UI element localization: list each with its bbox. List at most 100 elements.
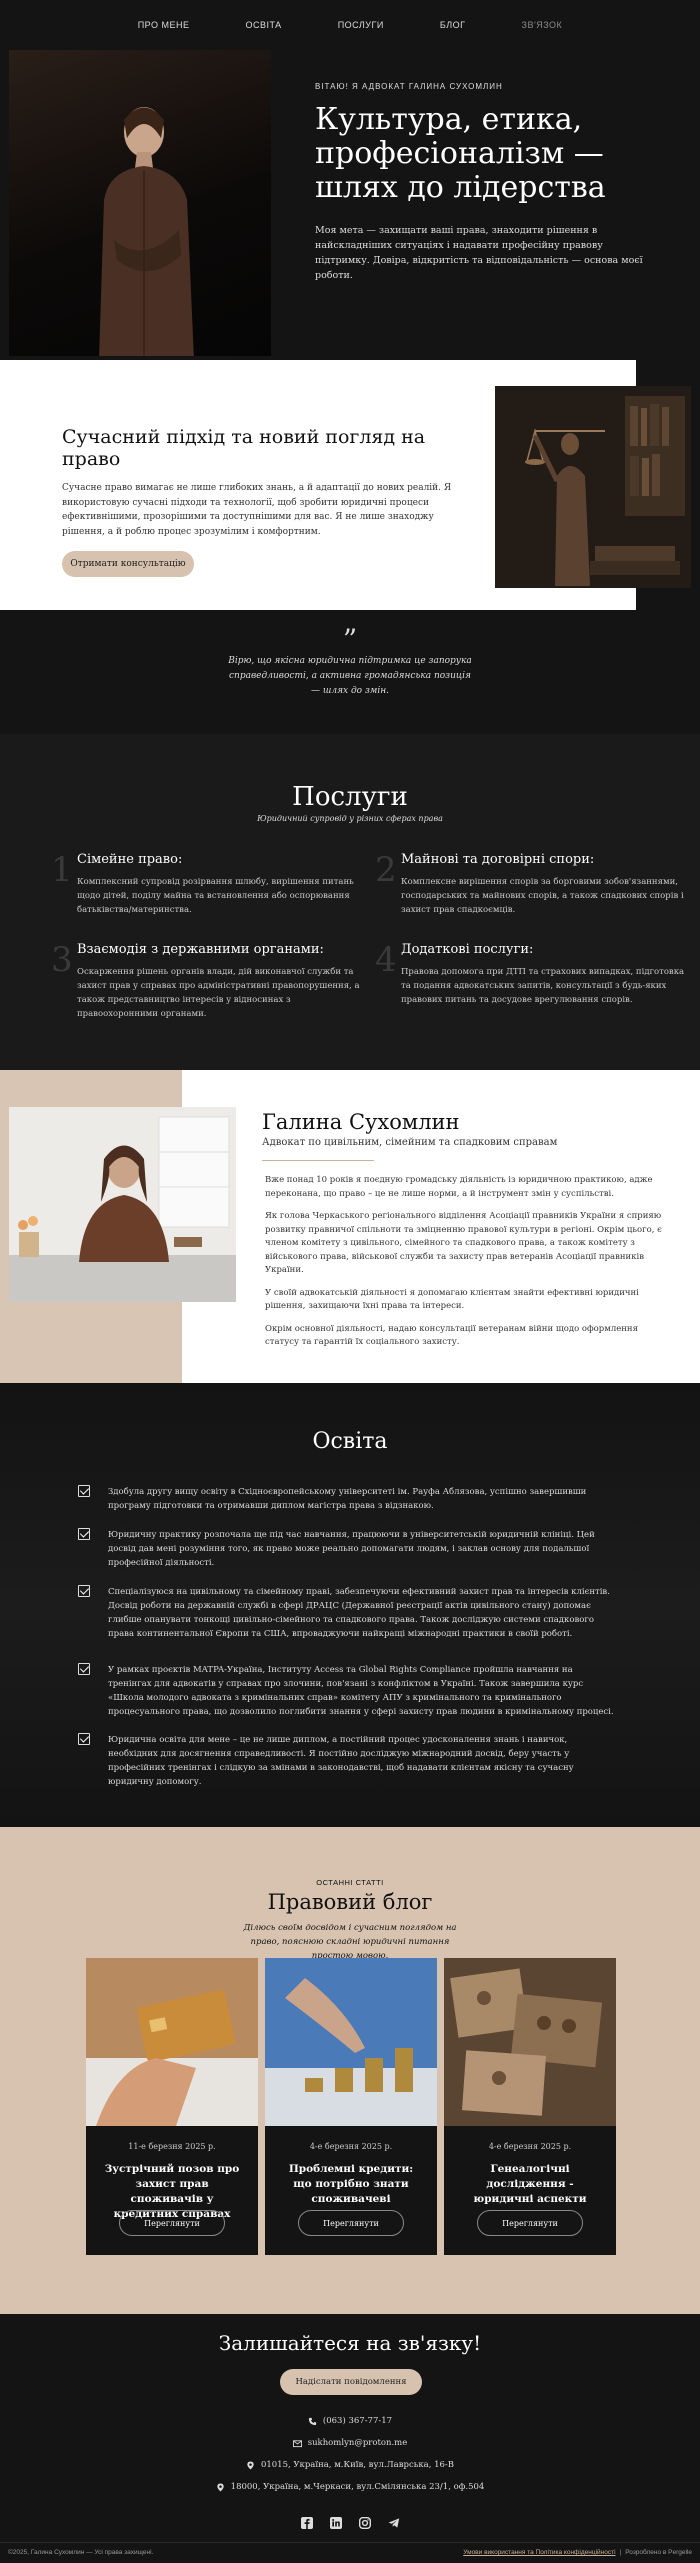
contact-section: Залишайтеся на зв'язку! Надіслати повідо… [0, 2314, 700, 2542]
service-text: Комплексний супровід розірвання шлюбу, в… [77, 877, 354, 915]
card-image-old-photos [444, 1958, 616, 2126]
social-links [0, 2516, 700, 2529]
nav-contact[interactable]: ЗВ'ЯЗОК [494, 20, 591, 30]
location-icon [217, 2482, 224, 2492]
contact-address-cherkasy: 18000, Україна, м.Черкаси, вул.Смілянськ… [0, 2482, 700, 2492]
approach-title: Сучасний підхід та новий погляд на право [62, 426, 426, 470]
checkbox-icon [78, 1485, 90, 1497]
education-text: Здобула другу вищу освіту в Східноєвропе… [108, 1487, 587, 1511]
nav-about[interactable]: ПРО МЕНЕ [110, 20, 218, 30]
blog-title: Правовий блог [267, 1890, 433, 1914]
service-text: Оскарження рішень органів влади, дій вик… [77, 967, 360, 1019]
card-date: 4-е березня 2025 р. [488, 2142, 572, 2151]
about-paragraph: Як голова Черкаського регіонального відд… [265, 1211, 662, 1275]
card-image-credit-card [86, 1958, 258, 2126]
blog-card[interactable]: 4-е березня 2025 р. Проблемні кредити: щ… [265, 1958, 437, 2255]
checkbox-icon [78, 1733, 90, 1745]
about-section: Галина Сухомлин Адвокат по цивільним, сі… [0, 1070, 700, 1383]
location-icon [247, 2460, 254, 2470]
education-item: Здобула другу вищу освіту в Східноєвропе… [78, 1485, 618, 1513]
read-button[interactable]: Переглянути [477, 2210, 583, 2236]
send-message-button[interactable]: Надіслати повідомлення [280, 2369, 422, 2395]
education-item: У рамках проєктів MATPA-Україна, Інститу… [78, 1663, 618, 1719]
hero-text: Моя мета — захищати ваші права, знаходит… [315, 225, 643, 281]
blog-card[interactable]: 4-е березня 2025 р. Генеалогічні дослідж… [444, 1958, 616, 2255]
service-item: 1 Сімейне право: Комплексний супровід ро… [51, 850, 367, 917]
phone-icon [308, 2417, 317, 2425]
nav-education[interactable]: ОСВІТА [217, 20, 309, 30]
services-title: Послуги [292, 782, 408, 812]
service-title: Додаткові послуги: [401, 942, 534, 957]
email-text: sukhomlyn@proton.me [307, 2438, 408, 2448]
blog-lead: Ділюсь своїм досвідом і сучасним поглядо… [243, 1923, 457, 1961]
service-number: 4 [375, 940, 397, 980]
about-text: Вже понад 10 років я поєдную громадську … [265, 1174, 665, 1359]
education-item: Юридичну практику розпочала ще під час н… [78, 1528, 618, 1570]
top-nav: ПРО МЕНЕ ОСВІТА ПОСЛУГИ БЛОГ ЗВ'ЯЗОК [0, 0, 700, 50]
mail-icon [292, 2439, 302, 2447]
blog-card[interactable]: 11-е березня 2025 р. Зустрічний позов пр… [86, 1958, 258, 2255]
nav-blog[interactable]: БЛОГ [412, 20, 494, 30]
hero-section: ВІТАЮ! Я АДВОКАТ ГАЛИНА СУХОМЛИН Культур… [0, 50, 700, 610]
phone-text: (063) 367-77-17 [322, 2416, 393, 2426]
about-role: Адвокат по цивільним, сімейним та спадко… [262, 1137, 558, 1148]
service-text: Комплексне вирішення спорів за борговими… [401, 877, 684, 915]
nav-services[interactable]: ПОСЛУГИ [310, 20, 412, 30]
quote-text: Вірю, що якісна юридична підтримка це за… [228, 655, 472, 696]
services-section: Послуги Юридичний супровід у різних сфер… [0, 734, 700, 1070]
about-paragraph: Вже понад 10 років я поєдную громадську … [265, 1175, 653, 1199]
about-paragraph: Окрім основної діяльності, надаю консуль… [265, 1323, 638, 1348]
telegram-icon[interactable] [387, 2516, 400, 2529]
themis-statue-photo [495, 386, 691, 588]
address-text: 01015, Україна, м.Київ, вул.Лаврська, 16… [260, 2460, 455, 2470]
about-divider [262, 1160, 374, 1161]
education-item: Юридична освіта для мене – це не лише ди… [78, 1733, 618, 1789]
education-text: Юридична освіта для мене – це не лише ди… [108, 1735, 574, 1787]
linkedin-icon[interactable] [329, 2516, 342, 2529]
service-title: Майнові та договірні спори: [401, 852, 595, 867]
service-number: 3 [51, 940, 73, 980]
instagram-icon[interactable] [358, 2516, 371, 2529]
read-button[interactable]: Переглянути [298, 2210, 404, 2236]
card-date: 4-е березня 2025 р. [309, 2142, 393, 2151]
approach-text: Сучасне право вимагає не лише глибоких з… [62, 483, 452, 537]
service-item: 4 Додаткові послуги: Правова допомога пр… [375, 940, 691, 1007]
hero-eyebrow: ВІТАЮ! Я АДВОКАТ ГАЛИНА СУХОМЛИН [315, 82, 503, 91]
contact-phone[interactable]: (063) 367-77-17 [0, 2416, 700, 2426]
developer-credit[interactable]: Розроблено в Pergelle [625, 2549, 692, 2556]
footer-links: Умови використання та Політика конфіденц… [463, 2549, 692, 2556]
education-text: У рамках проєктів MATPA-Україна, Інститу… [108, 1665, 614, 1717]
service-number: 1 [51, 850, 73, 890]
checkbox-icon [78, 1663, 90, 1675]
service-text: Правова допомога при ДТП та страхових ви… [401, 967, 685, 1005]
consultation-button[interactable]: Отримати консультацію [62, 551, 194, 577]
education-title: Освіта [312, 1429, 388, 1454]
office-portrait-photo [9, 1107, 236, 1302]
blog-section: ОСТАННІ СТАТТІ Правовий блог Ділюсь свої… [0, 1827, 700, 2314]
card-title: Генеалогічні дослідження - юридичні аспе… [473, 2163, 587, 2205]
terms-link[interactable]: Умови використання та Політика конфіденц… [463, 2549, 615, 2556]
education-text: Спеціалізуюся на цивільному та сімейному… [108, 1587, 610, 1639]
checkbox-icon [78, 1585, 90, 1597]
about-name: Галина Сухомлин [262, 1110, 460, 1134]
services-subtitle: Юридичний супровід у різних сферах права [257, 814, 443, 823]
service-title: Сімейне право: [77, 852, 183, 867]
footer-separator: | [619, 2549, 622, 2556]
portrait-photo [9, 50, 271, 356]
copyright-text: ©2025, Галина Сухомлин — Усі права захищ… [8, 2549, 154, 2556]
about-paragraph: У своїй адвокатській діяльності я допома… [265, 1287, 639, 1312]
contact-address-kyiv: 01015, Україна, м.Київ, вул.Лаврська, 16… [0, 2460, 700, 2470]
contact-email[interactable]: sukhomlyn@proton.me [0, 2438, 700, 2448]
facebook-icon[interactable] [300, 2516, 313, 2529]
footer: ©2025, Галина Сухомлин — Усі права захищ… [0, 2542, 700, 2562]
read-button[interactable]: Переглянути [119, 2210, 225, 2236]
address-text: 18000, Україна, м.Черкаси, вул.Смілянськ… [230, 2482, 485, 2492]
service-item: 2 Майнові та договірні спори: Комплексне… [375, 850, 691, 917]
service-number: 2 [375, 850, 397, 890]
contact-title: Залишайтеся на зв'язку! [218, 2331, 482, 2355]
quote-mark-icon: ” [342, 622, 358, 656]
card-title: Проблемні кредити: що потрібно знати спо… [288, 2163, 414, 2205]
education-text: Юридичну практику розпочала ще під час н… [108, 1530, 595, 1568]
card-date: 11-е березня 2025 р. [128, 2142, 216, 2151]
hero-title: Культура, етика, професіоналізм — шлях д… [315, 102, 606, 205]
